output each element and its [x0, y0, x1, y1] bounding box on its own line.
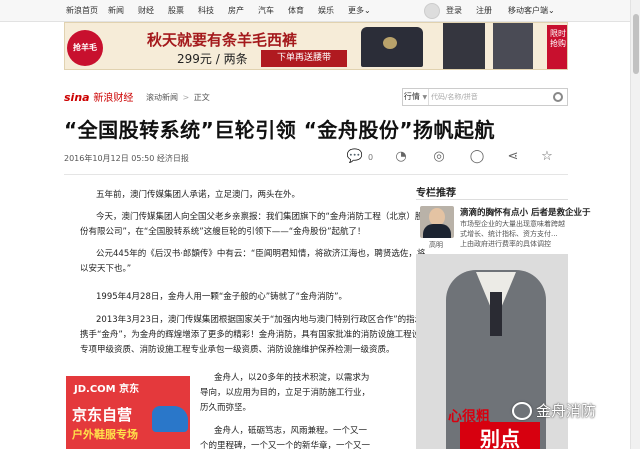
chevron-down-icon: ▼	[422, 94, 428, 101]
jacket-ad-text: 别点	[460, 422, 540, 449]
search-icon[interactable]	[553, 92, 563, 102]
chevron-down-icon: ⌄	[364, 6, 371, 15]
shoe-image	[152, 406, 188, 432]
article-title: “全国股转系统”巨轮引领 “金舟股份”扬帆起航	[64, 118, 496, 142]
column-summary: 上由政府进行费率的具体调控	[460, 240, 551, 248]
article-paragraph: 1995年4月28日，金舟人用一颗“金子般的心”铸就了“金舟消防”。	[96, 292, 347, 302]
article-paragraph: 2013年3月23日，澳门传媒集团根据国家关于“加强内地与澳门特别行政区合作”的…	[96, 315, 432, 325]
register-link[interactable]: 注册	[476, 5, 492, 16]
banner-order-button[interactable]: 下单再送腰带	[261, 50, 347, 67]
article-paragraph: 携手“金舟”，为金舟的辉煌增添了更多的精彩！金舟消防，具有国家批准的消防设施工程…	[80, 330, 429, 340]
article-paragraph: 历久而弥坚。	[200, 403, 252, 413]
market-select[interactable]: 行情 ▼	[403, 89, 429, 105]
banner-badge: 抢羊毛	[67, 30, 103, 66]
article-paragraph: 以安天下也。”	[80, 264, 132, 274]
watermark: 金舟消防	[536, 402, 597, 420]
mobile-client-link[interactable]: 移动客户端⌄	[508, 5, 555, 16]
nav-tech[interactable]: 科技	[198, 5, 214, 16]
nav-ent[interactable]: 娱乐	[318, 5, 334, 16]
jd-brand: JD.COM 京东	[74, 384, 140, 395]
article-paragraph: 金舟人，砥砺笃志，风雨兼程。一个又一	[214, 426, 368, 436]
nav-house[interactable]: 房产	[228, 5, 244, 16]
top-nav: 新浪首页 新闻 财经 股票 科技 房产 汽车 体育 娱乐 更多⌄ 登录 注册 移…	[0, 0, 640, 22]
stock-search-input[interactable]	[431, 90, 543, 104]
article-paragraph: 导向，以应用为目的，立足于消防施工行业，	[200, 388, 371, 398]
nav-news[interactable]: 新闻	[108, 5, 124, 16]
header-row: sina 新浪财经 滚动新闻 > 正文 行情 ▼	[64, 88, 568, 106]
divider	[416, 199, 568, 200]
scrollbar-thumb[interactable]	[633, 14, 639, 74]
article-paragraph: 五年前，澳门传媒集团人承诺，立足澳门，两头在外。	[96, 190, 301, 200]
banner-ribbon: 限时抢购	[547, 25, 567, 69]
chevron-down-icon: ⌄	[548, 6, 555, 15]
sidebar-title: 专栏推荐	[416, 188, 456, 199]
brand-logo-icon	[383, 37, 397, 49]
banner-model-image	[443, 23, 485, 69]
jd-ad-subline: 户外鞋服专场	[72, 428, 138, 441]
article-paragraph: 专项甲级资质、消防设施工程专业承包一级资质、消防设施维护保养检测一级资质。	[80, 345, 395, 355]
nav-auto[interactable]: 汽车	[258, 5, 274, 16]
weibo-icon[interactable]: ◔	[392, 148, 410, 166]
login-link[interactable]: 登录	[446, 5, 462, 16]
banner-price: 299元 / 两条	[177, 52, 248, 66]
article-paragraph: 份有限公司”，在“全国股转系统”这艘巨轮的引领下——“金舟股份”起航了！	[80, 227, 366, 237]
author-avatar[interactable]	[420, 206, 454, 238]
banner-ad[interactable]: 抢羊毛 秋天就要有条羊毛西裤 299元 / 两条 下单再送腰带 限时抢购	[64, 22, 568, 70]
nav-stocks[interactable]: 股票	[168, 5, 184, 16]
favorite-star-icon[interactable]: ☆	[538, 148, 556, 166]
nav-sports[interactable]: 体育	[288, 5, 304, 16]
column-summary: 市场型企业的大量出现意味着跨越	[460, 220, 565, 228]
wechat-watermark-icon	[512, 402, 532, 420]
nav-finance[interactable]: 财经	[138, 5, 154, 16]
breadcrumb-separator: >	[182, 93, 190, 102]
column-summary: 式增长、统计指标、资方支付...	[460, 230, 558, 238]
breadcrumb: 滚动新闻 > 正文	[146, 92, 210, 103]
divider	[64, 174, 568, 175]
article-paragraph: 今天，澳门传媒集团人向全国父老乡亲禀报：我们集团旗下的“金舟消防工程（北京）股	[96, 212, 424, 222]
author-name[interactable]: 高明	[429, 240, 443, 250]
breadcrumb-item-rolling-news[interactable]: 滚动新闻	[146, 93, 178, 102]
share-icon[interactable]: ⋖	[504, 148, 522, 166]
banner-headline: 秋天就要有条羊毛西裤	[147, 31, 298, 49]
comment-count: 0	[368, 153, 374, 162]
comment-icon[interactable]: 💬	[346, 148, 364, 166]
user-avatar-icon[interactable]	[424, 3, 440, 19]
sina-finance-logo[interactable]: sina 新浪财经	[64, 89, 133, 104]
message-icon[interactable]: ◯	[468, 148, 486, 166]
wechat-icon[interactable]: ◎	[430, 148, 448, 166]
article-paragraph: 公元445年的《后汉书·郎顗传》中有云：“臣闻明君知情，将欲济江海也，聘贤选佐，…	[96, 249, 426, 259]
article-meta: 2016年10月12日 05:50 经济日报	[64, 154, 189, 163]
article-paragraph: 个的里程碑，一个又一个的新华章，一个又一	[200, 441, 371, 449]
nav-sina-home[interactable]: 新浪首页	[66, 5, 98, 16]
banner-model-image	[493, 23, 533, 69]
column-headline[interactable]: 滴滴的胸怀有点小 后者是救企业于	[460, 206, 590, 218]
jd-ad[interactable]: JD.COM 京东 京东自营 户外鞋服专场	[66, 376, 190, 449]
nav-more[interactable]: 更多⌄	[348, 5, 371, 16]
scrollbar[interactable]	[630, 0, 640, 449]
stock-search-box: 行情 ▼	[402, 88, 568, 106]
jd-ad-headline: 京东自营	[72, 406, 133, 424]
article-paragraph: 金舟人，以20多年的技术积淀，以需求为	[214, 373, 370, 383]
breadcrumb-item-current: 正文	[193, 93, 210, 102]
